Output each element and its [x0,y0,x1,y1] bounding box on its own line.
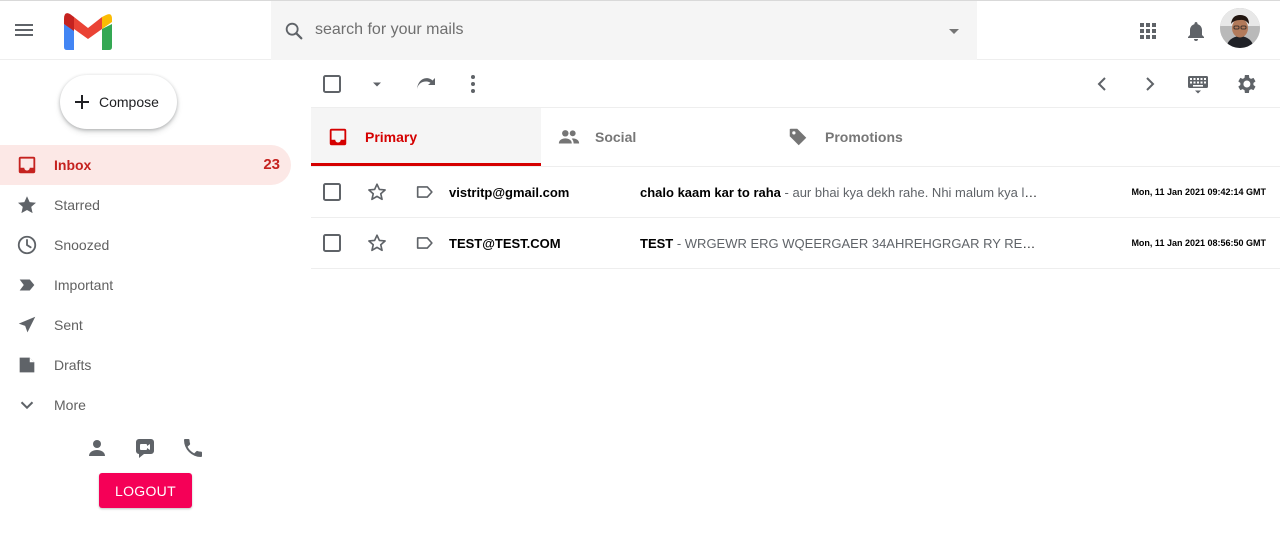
sidebar-item-label: Drafts [54,357,92,373]
phone-icon[interactable] [181,436,205,460]
inbox-icon [327,126,349,148]
sidebar-item-important[interactable]: Important [0,265,291,305]
draft-file-icon [16,354,38,376]
sidebar-nav: Inbox 23 Starred Snoozed Important Sent … [0,145,291,425]
star-outline-icon[interactable] [366,181,388,203]
sidebar-item-sent[interactable]: Sent [0,305,291,345]
sidebar-item-label: Sent [54,317,83,333]
tab-promotions[interactable]: Promotions [771,108,1001,166]
row-checkbox[interactable] [322,233,342,253]
sidebar-item-more[interactable]: More [0,385,291,425]
mail-subject: TEST [640,236,674,251]
tab-label: Promotions [825,129,903,145]
sidebar-quick-actions [85,436,210,460]
tag-icon [787,126,809,148]
plus-icon [75,95,89,109]
mail-subject: chalo kaam kar to raha [640,185,781,200]
mail-timestamp: Mon, 11 Jan 2021 08:56:50 GMT [1131,238,1266,248]
mail-sender: vistritp@gmail.com [449,185,570,200]
select-all-checkbox[interactable] [320,72,344,96]
tab-label: Primary [365,129,418,145]
user-avatar[interactable] [1220,8,1260,48]
refresh-icon[interactable] [413,72,437,96]
chevron-down-icon [16,394,38,416]
keyboard-icon[interactable] [1186,72,1210,96]
sidebar-item-label: Inbox [54,157,92,173]
mail-snippet: - WRGEWR ERG WQEERGAER 34AHREHGRGAR RY R… [676,236,1040,251]
sidebar-item-drafts[interactable]: Drafts [0,345,291,385]
mail-row[interactable]: vistritp@gmail.com chalo kaam kar to rah… [311,167,1280,218]
notifications-bell-icon[interactable] [1184,19,1208,43]
search-bar [271,1,977,60]
sidebar-item-snoozed[interactable]: Snoozed [0,225,291,265]
search-icon[interactable] [283,20,305,42]
sidebar-item-label: More [54,397,86,413]
top-app-bar [0,0,1280,60]
sidebar-item-starred[interactable]: Starred [0,185,291,225]
star-icon [16,194,38,216]
chevron-right-icon[interactable] [1138,72,1162,96]
mail-preview: TEST - WRGEWR ERG WQEERGAER 34AHREHGRGAR… [640,236,1040,251]
logout-button[interactable]: LOGOUT [99,473,192,508]
mail-sender: TEST@TEST.COM [449,236,561,251]
inbox-unread-count: 23 [263,156,280,173]
meet-video-icon[interactable] [133,436,157,460]
settings-gear-icon[interactable] [1234,72,1258,96]
sidebar-item-label: Starred [54,197,100,213]
apps-grid-icon[interactable] [1136,19,1160,43]
hamburger-menu-icon[interactable] [12,18,36,42]
sidebar-item-inbox[interactable]: Inbox 23 [0,145,291,185]
people-icon [557,126,580,148]
search-options-caret-icon[interactable] [947,24,961,38]
mail-list: vistritp@gmail.com chalo kaam kar to rah… [311,167,1280,269]
tab-label: Social [595,129,637,145]
mail-row[interactable]: TEST@TEST.COM TEST - WRGEWR ERG WQEERGAE… [311,218,1280,269]
chevron-left-icon[interactable] [1090,72,1114,96]
tab-primary[interactable]: Primary [311,108,541,166]
tab-social[interactable]: Social [541,108,771,166]
mail-timestamp: Mon, 11 Jan 2021 09:42:14 GMT [1131,187,1266,197]
select-options-caret-icon[interactable] [365,72,389,96]
compose-button[interactable]: Compose [60,75,177,129]
compose-label: Compose [99,94,159,110]
more-vert-icon[interactable] [461,72,485,96]
mail-snippet: - aur bhai kya dekh rahe. Nhi malum kya … [784,185,1040,200]
important-label-icon [16,274,38,296]
search-input[interactable] [315,13,915,47]
label-outline-icon[interactable] [414,181,436,203]
mail-toolbar [311,60,1280,108]
row-checkbox[interactable] [322,182,342,202]
mail-preview: chalo kaam kar to raha - aur bhai kya de… [640,185,1040,200]
gmail-logo[interactable] [61,11,115,51]
star-outline-icon[interactable] [366,232,388,254]
sidebar-item-label: Important [54,277,114,293]
label-outline-icon[interactable] [414,232,436,254]
inbox-icon [16,154,38,176]
send-icon [16,314,38,336]
category-tabs: Primary Social Promotions [311,108,1280,167]
person-icon[interactable] [85,436,109,460]
sidebar-item-label: Snoozed [54,237,110,253]
clock-icon [16,234,38,256]
